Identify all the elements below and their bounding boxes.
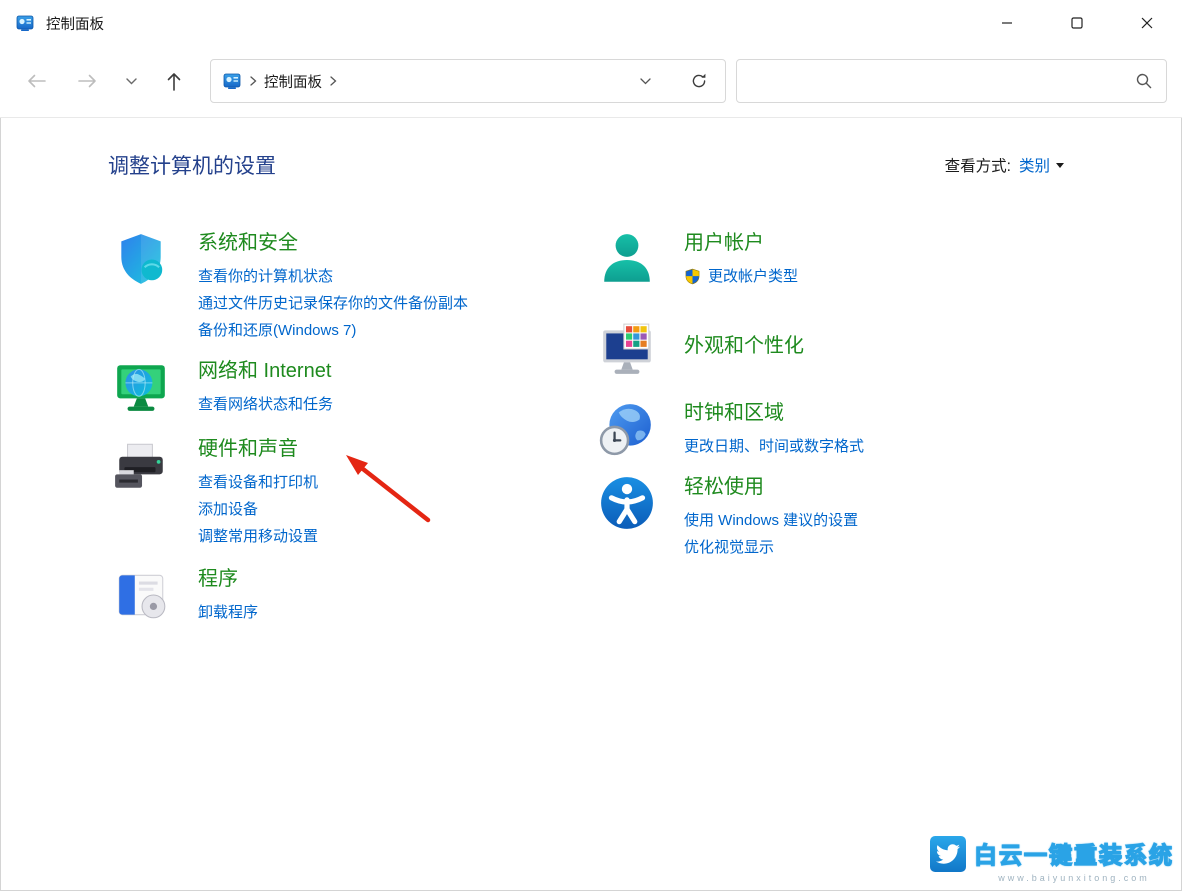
link-file-history-backup[interactable]: 通过文件历史记录保存你的文件备份副本 (198, 290, 468, 317)
link-change-account-type-label[interactable]: 更改帐户类型 (708, 263, 798, 290)
link-check-computer-status[interactable]: 查看你的计算机状态 (198, 263, 468, 290)
breadcrumb-chevron-icon[interactable] (329, 76, 337, 86)
category-system-security: 系统和安全 查看你的计算机状态 通过文件历史记录保存你的文件备份副本 备份和还原… (112, 224, 468, 344)
category-title-clock-region[interactable]: 时钟和区域 (684, 396, 864, 425)
category-user-accounts: 用户帐户 更改帐户类型 (598, 224, 798, 293)
link-change-date-time-format[interactable]: 更改日期、时间或数字格式 (684, 433, 864, 460)
clock-globe-icon[interactable] (598, 400, 658, 463)
security-shield-icon[interactable] (112, 230, 172, 344)
window-controls (972, 0, 1182, 46)
view-by-value[interactable]: 类别 (1019, 154, 1050, 176)
uac-shield-icon (684, 268, 701, 285)
watermark-url: www.baiyunxitong.com (998, 873, 1150, 883)
red-annotation-arrow (336, 450, 440, 534)
search-icon (1136, 73, 1152, 89)
search-input[interactable] (751, 72, 1136, 90)
view-by-dropdown[interactable]: 类别 (1019, 154, 1064, 176)
category-title-system-security[interactable]: 系统和安全 (198, 226, 468, 255)
category-clock-region: 时钟和区域 更改日期、时间或数字格式 (598, 394, 864, 463)
view-by-caret-icon (1056, 163, 1064, 168)
category-ease-of-access: 轻松使用 使用 Windows 建议的设置 优化视觉显示 (598, 468, 858, 561)
bird-logo-icon (930, 836, 966, 872)
personalization-monitor-icon[interactable] (598, 321, 658, 384)
link-optimize-visual-display[interactable]: 优化视觉显示 (684, 534, 858, 561)
back-icon[interactable] (22, 67, 50, 95)
search-box[interactable] (736, 59, 1167, 103)
category-title-ease-of-access[interactable]: 轻松使用 (684, 470, 858, 499)
category-appearance-personalization: 外观和个性化 (598, 315, 804, 384)
close-button[interactable] (1112, 0, 1182, 46)
category-network-internet: 网络和 Internet 查看网络状态和任务 (112, 352, 333, 421)
category-hardware-sound: 硬件和声音 查看设备和打印机 添加设备 调整常用移动设置 (112, 430, 318, 550)
control-panel-icon (16, 13, 36, 33)
link-adjust-mobility-settings[interactable]: 调整常用移动设置 (198, 523, 318, 550)
page-title: 调整计算机的设置 (108, 150, 276, 180)
watermark-title: 白云一键重装系统 (974, 836, 1174, 870)
watermark: 白云一键重装系统 www.baiyunxitong.com (930, 836, 1174, 883)
breadcrumb-control-panel-icon (223, 72, 241, 90)
category-title-network-internet[interactable]: 网络和 Internet (198, 354, 333, 383)
view-by-label: 查看方式: (945, 154, 1011, 176)
breadcrumb-item-control-panel[interactable]: 控制面板 (264, 71, 322, 92)
breadcrumb-chevron-icon[interactable] (249, 76, 257, 86)
category-title-hardware-sound[interactable]: 硬件和声音 (198, 432, 318, 461)
title-bar: 控制面板 (0, 0, 1182, 46)
refresh-icon[interactable] (691, 73, 707, 89)
printer-icon[interactable] (112, 436, 172, 550)
address-bar[interactable]: 控制面板 (210, 59, 726, 103)
link-view-network-status[interactable]: 查看网络状态和任务 (198, 391, 333, 418)
ease-of-access-icon[interactable] (598, 474, 658, 561)
link-backup-restore-win7[interactable]: 备份和还原(Windows 7) (198, 317, 468, 344)
maximize-button[interactable] (1042, 0, 1112, 46)
category-title-appearance-personalization[interactable]: 外观和个性化 (684, 329, 804, 358)
recent-pages-chevron-icon[interactable] (120, 67, 142, 95)
address-dropdown-chevron-icon[interactable] (640, 78, 651, 85)
link-change-account-type[interactable]: 更改帐户类型 (684, 263, 798, 290)
view-by-control: 查看方式: 类别 (945, 154, 1064, 176)
program-window-icon[interactable] (112, 566, 172, 629)
user-silhouette-icon[interactable] (598, 230, 658, 293)
up-icon[interactable] (160, 67, 188, 95)
link-windows-suggested-settings[interactable]: 使用 Windows 建议的设置 (684, 507, 858, 534)
forward-icon[interactable] (74, 67, 102, 95)
navigation-bar: 控制面板 (0, 46, 1182, 118)
minimize-button[interactable] (972, 0, 1042, 46)
category-title-user-accounts[interactable]: 用户帐户 (684, 226, 798, 255)
window-title: 控制面板 (46, 13, 104, 34)
link-add-device[interactable]: 添加设备 (198, 496, 318, 523)
link-view-devices-printers[interactable]: 查看设备和打印机 (198, 469, 318, 496)
link-uninstall-program[interactable]: 卸载程序 (198, 599, 258, 626)
network-globe-monitor-icon[interactable] (112, 358, 172, 421)
category-title-programs[interactable]: 程序 (198, 562, 258, 591)
category-programs: 程序 卸载程序 (112, 560, 258, 629)
